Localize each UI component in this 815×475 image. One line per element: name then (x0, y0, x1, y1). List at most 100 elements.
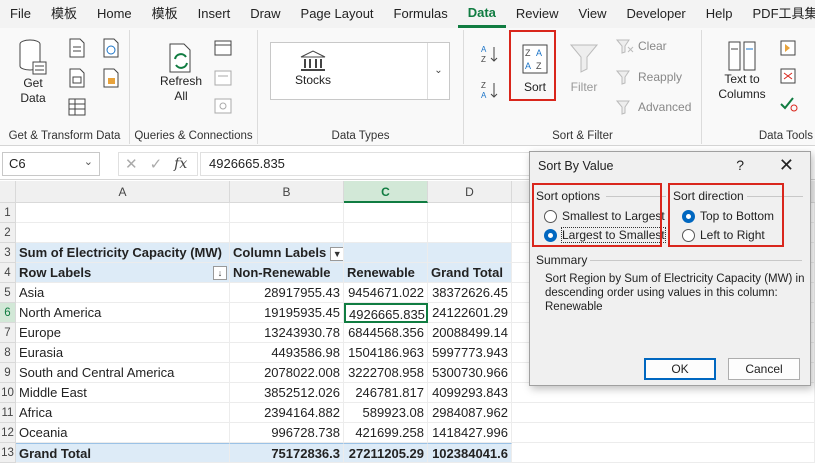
menu-item[interactable]: Review (506, 0, 569, 28)
menu-item[interactable]: Data (457, 0, 506, 28)
menu-item[interactable]: Home (87, 0, 142, 28)
close-button[interactable]: ✕ (779, 155, 794, 176)
cancel-button[interactable]: Cancel (728, 358, 800, 380)
column-header-d[interactable]: D (428, 181, 512, 203)
advanced-button[interactable]: Advanced (616, 99, 691, 115)
from-table-icon[interactable] (68, 68, 86, 88)
refresh-all-button[interactable]: Refresh All (156, 42, 206, 104)
table-cell[interactable]: 421699.258 (344, 423, 428, 443)
data-types-gallery[interactable]: Stocks ⌄ (270, 42, 450, 100)
row-header[interactable]: 12 (0, 423, 16, 443)
table-cell[interactable]: Asia (16, 283, 230, 303)
text-to-columns-button[interactable]: Text to Columns (714, 40, 770, 102)
table-cell[interactable]: 20088499.14 (428, 323, 512, 343)
empty-cell[interactable] (512, 383, 815, 403)
sort-descending-icon[interactable]: ZA (480, 80, 500, 100)
select-all-corner[interactable] (0, 181, 16, 203)
table-cell[interactable]: Column Labels ▼ (230, 243, 344, 263)
table-cell[interactable] (428, 203, 512, 223)
menu-item[interactable]: Page Layout (291, 0, 384, 28)
table-cell[interactable]: 2394164.882 (230, 403, 344, 423)
menu-item[interactable]: File (0, 0, 41, 28)
table-cell[interactable]: Sum of Electricity Capacity (MW) (16, 243, 230, 263)
table-cell[interactable]: 19195935.45 (230, 303, 344, 323)
table-cell[interactable]: 9454671.022 (344, 283, 428, 303)
table-cell[interactable]: Grand Total (428, 263, 512, 283)
table-cell[interactable] (344, 203, 428, 223)
row-header[interactable]: 8 (0, 343, 16, 363)
row-header[interactable]: 7 (0, 323, 16, 343)
table-cell[interactable]: Grand Total (16, 443, 230, 463)
row-labels-sort-icon[interactable]: ↓ (213, 266, 227, 280)
menu-item[interactable]: Developer (617, 0, 696, 28)
table-cell[interactable]: 4493586.98 (230, 343, 344, 363)
row-header[interactable]: 11 (0, 403, 16, 423)
from-text-icon[interactable] (68, 38, 86, 58)
clear-button[interactable]: Clear (616, 38, 667, 54)
table-cell[interactable] (428, 223, 512, 243)
remove-duplicates-icon[interactable] (780, 68, 796, 84)
row-header[interactable]: 3 (0, 243, 16, 263)
properties-icon[interactable] (214, 70, 232, 86)
formula-input[interactable]: 4926665.835 (200, 152, 530, 176)
table-cell[interactable]: 24122601.29 (428, 303, 512, 323)
table-cell[interactable]: North America (16, 303, 230, 323)
table-cell[interactable]: Eurasia (16, 343, 230, 363)
gallery-scroll[interactable]: ⌄ (427, 43, 449, 99)
row-header[interactable]: 10 (0, 383, 16, 403)
table-cell[interactable]: 102384041.6 (428, 443, 512, 463)
ok-button[interactable]: OK (644, 358, 716, 380)
row-header[interactable]: 2 (0, 223, 16, 243)
menu-item[interactable]: 模板 (41, 0, 87, 28)
queries-connections-icon[interactable] (214, 40, 232, 56)
table-cell[interactable]: 13243930.78 (230, 323, 344, 343)
menu-item[interactable]: Draw (240, 0, 290, 28)
table-cell[interactable]: 1504186.963 (344, 343, 428, 363)
table-cell[interactable] (344, 223, 428, 243)
from-web-icon[interactable] (102, 38, 120, 58)
data-validation-icon[interactable] (780, 96, 798, 112)
table-cell[interactable]: 996728.738 (230, 423, 344, 443)
help-button[interactable]: ? (736, 157, 744, 173)
column-header-b[interactable]: B (230, 181, 344, 203)
table-cell[interactable]: 246781.817 (344, 383, 428, 403)
table-cell[interactable]: 5997773.943 (428, 343, 512, 363)
menu-item[interactable]: Insert (188, 0, 241, 28)
table-cell[interactable]: Middle East (16, 383, 230, 403)
row-header[interactable]: 9 (0, 363, 16, 383)
column-labels-filter-icon[interactable]: ▼ (330, 246, 343, 261)
table-cell[interactable]: 2078022.008 (230, 363, 344, 383)
chevron-down-icon[interactable]: ⌄ (84, 155, 93, 168)
table-cell[interactable]: 38372626.45 (428, 283, 512, 303)
table-cell[interactable]: South and Central America (16, 363, 230, 383)
menu-item[interactable]: 模板 (142, 0, 188, 28)
column-header-a[interactable]: A (16, 181, 230, 203)
get-data-button[interactable]: Get Data (8, 38, 58, 106)
menu-item[interactable]: Formulas (384, 0, 458, 28)
menu-item[interactable]: PDF工具集 (743, 0, 815, 28)
reapply-button[interactable]: Reapply (616, 69, 682, 85)
row-header[interactable]: 13 (0, 443, 16, 463)
row-header[interactable]: 4 (0, 263, 16, 283)
table-cell[interactable]: Oceania (16, 423, 230, 443)
recent-sources-icon[interactable] (102, 68, 120, 88)
insert-function-icon[interactable]: fx (174, 156, 187, 172)
row-header[interactable]: 1 (0, 203, 16, 223)
table-cell[interactable] (344, 243, 428, 263)
column-header-c[interactable]: C (344, 181, 428, 203)
table-cell[interactable]: 27211205.29 (344, 443, 428, 463)
table-cell[interactable]: 2984087.962 (428, 403, 512, 423)
row-header[interactable]: 5 (0, 283, 16, 303)
empty-cell[interactable] (512, 443, 815, 463)
empty-cell[interactable] (512, 403, 815, 423)
existing-connections-icon[interactable] (68, 98, 86, 116)
table-cell[interactable] (230, 223, 344, 243)
table-cell[interactable]: 5300730.966 (428, 363, 512, 383)
menu-item[interactable]: Help (696, 0, 743, 28)
table-cell[interactable]: 28917955.43 (230, 283, 344, 303)
table-cell[interactable]: 3222708.958 (344, 363, 428, 383)
stocks-button[interactable]: Stocks (291, 49, 335, 88)
table-cell[interactable] (16, 223, 230, 243)
table-cell[interactable]: Africa (16, 403, 230, 423)
table-cell[interactable]: 3852512.026 (230, 383, 344, 403)
